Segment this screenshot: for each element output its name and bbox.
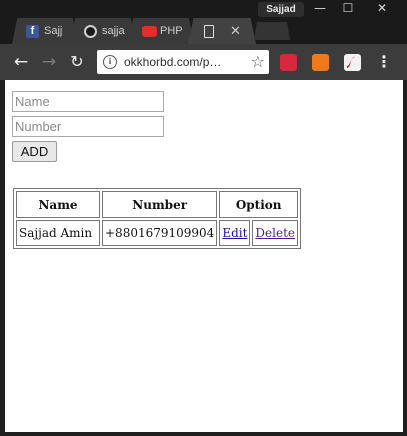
number-input[interactable] (12, 116, 164, 137)
flash-extension-icon[interactable] (344, 54, 361, 71)
page-content: ADD Name Number Option Sajjad Amin +8801… (5, 80, 403, 432)
profile-button[interactable]: Sajjad (258, 2, 304, 17)
tab-current[interactable]: ✕ (188, 18, 256, 44)
browser-menu-icon[interactable]: ⋮ (376, 44, 392, 80)
tab-facebook[interactable]: f Sajj (12, 18, 78, 44)
youtube-icon (142, 26, 157, 37)
red-play-extension-icon[interactable] (280, 54, 297, 71)
tab-label: sajja (102, 25, 125, 37)
cell-name: Sajjad Amin (16, 220, 100, 246)
info-icon[interactable]: i (103, 55, 117, 69)
contacts-table: Name Number Option Sajjad Amin +88016791… (13, 188, 302, 249)
close-window-icon[interactable]: ✕ (362, 0, 402, 17)
table-header-row: Name Number Option (16, 191, 299, 218)
url-text[interactable]: okkhorbd.com/p… (124, 50, 244, 74)
page-icon (204, 25, 214, 38)
tab-label: PHP (160, 25, 183, 37)
column-header-name: Name (16, 191, 100, 218)
minimize-icon[interactable]: — (306, 0, 334, 17)
browser-toolbar: ← → ↻ i okkhorbd.com/p… ☆ ⋮ (0, 44, 407, 80)
table-row: Sajjad Amin +8801679109904 Edit Delete (16, 220, 299, 246)
browser-titlebar: f Sajj sajja PHP ✕ Sajjad — ☐ ✕ (0, 0, 407, 44)
column-header-number: Number (102, 191, 218, 218)
github-icon (84, 25, 97, 38)
orange-extension-icon[interactable] (312, 54, 329, 71)
tab-youtube[interactable]: PHP (128, 18, 194, 44)
maximize-icon[interactable]: ☐ (334, 0, 362, 17)
column-header-option: Option (219, 191, 299, 218)
reload-icon[interactable]: ↻ (64, 44, 90, 80)
address-bar[interactable]: i okkhorbd.com/p… ☆ (97, 50, 269, 74)
tab-label: Sajj (44, 25, 63, 37)
cell-edit: Edit (219, 220, 251, 246)
bookmark-star-icon[interactable]: ☆ (251, 50, 265, 74)
edit-link[interactable]: Edit (222, 226, 247, 240)
cell-delete: Delete (252, 220, 299, 246)
tab-github[interactable]: sajja (70, 18, 136, 44)
forward-arrow-icon[interactable]: → (36, 44, 62, 80)
back-arrow-icon[interactable]: ← (8, 44, 34, 80)
add-button[interactable]: ADD (12, 141, 57, 162)
new-tab-button[interactable] (254, 22, 290, 40)
tab-close-icon[interactable]: ✕ (230, 18, 241, 44)
facebook-icon: f (26, 25, 39, 38)
delete-link[interactable]: Delete (255, 226, 295, 240)
name-input[interactable] (12, 91, 164, 112)
cell-number: +8801679109904 (102, 220, 218, 246)
